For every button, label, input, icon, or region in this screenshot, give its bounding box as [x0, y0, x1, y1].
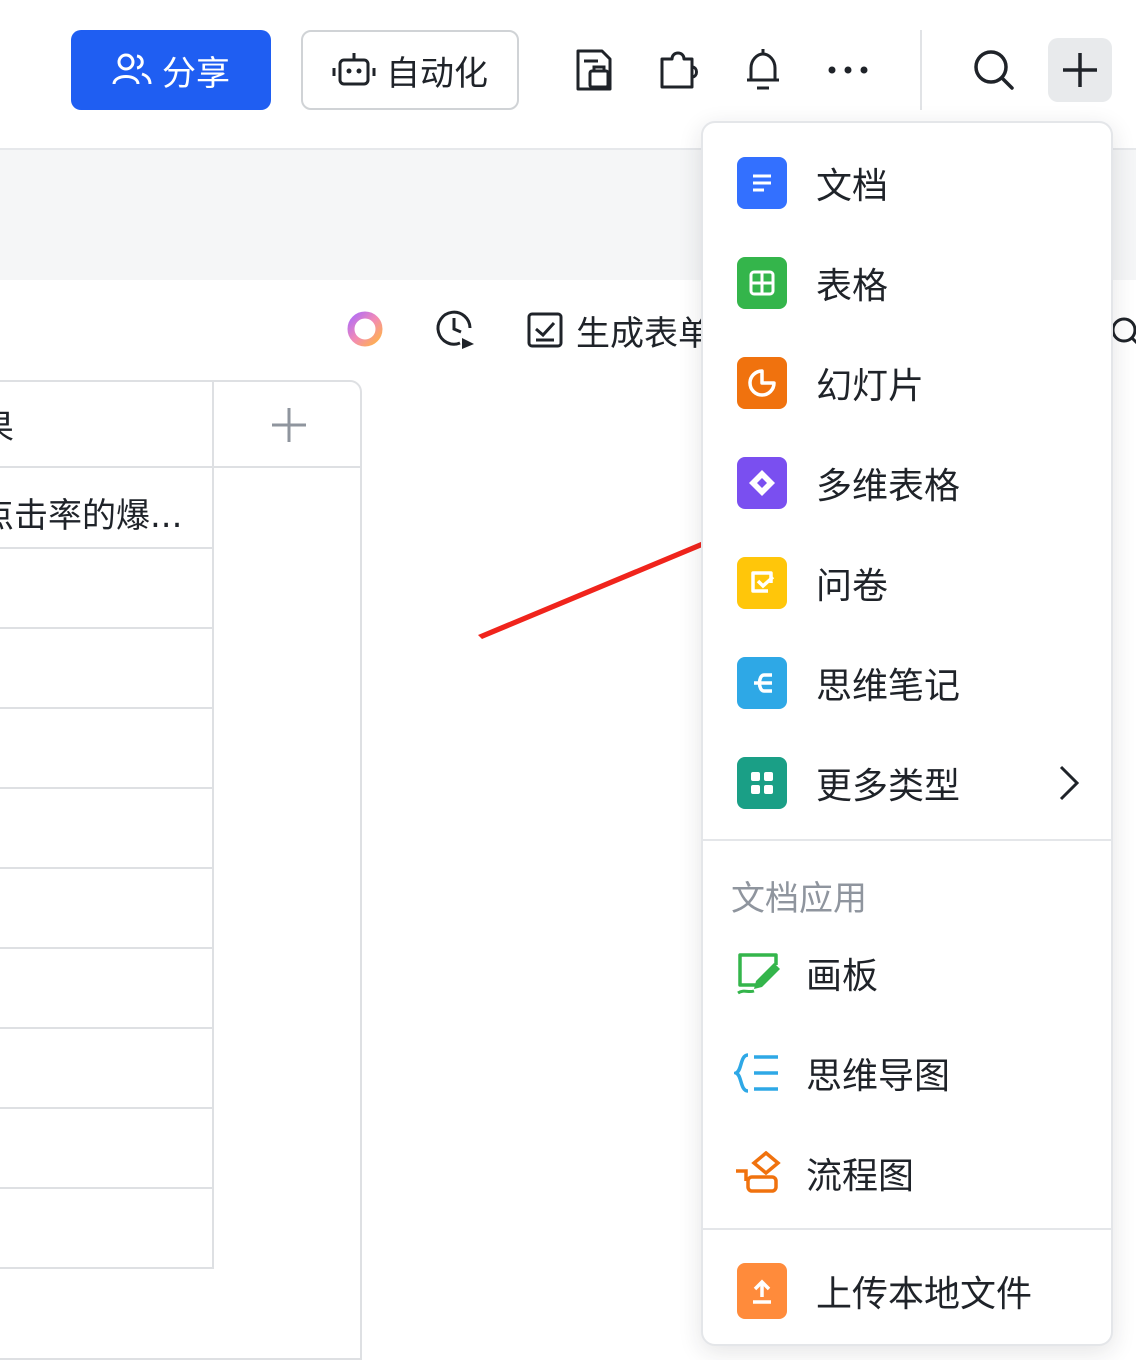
menu-item-survey[interactable]: 问卷: [703, 533, 1113, 633]
add-column-icon[interactable]: [266, 402, 312, 448]
doc-icon: [737, 157, 787, 209]
sheet-icon: [737, 257, 787, 309]
more-types-icon: [737, 757, 787, 809]
table-row[interactable]: [0, 947, 214, 949]
menu-item-whiteboard[interactable]: 画板: [703, 923, 1113, 1023]
mindmap-icon: [733, 1047, 783, 1099]
upload-icon: [737, 1263, 787, 1319]
table-row[interactable]: [0, 627, 214, 629]
survey-icon: [737, 557, 787, 609]
slides-icon: [737, 357, 787, 409]
form-icon[interactable]: [564, 40, 624, 100]
checkbox-icon: [527, 312, 563, 348]
users-icon: [112, 53, 152, 85]
column-header[interactable]: 果: [0, 400, 14, 449]
menu-item-more-types[interactable]: 更多类型: [703, 733, 1113, 833]
plugin-icon[interactable]: [648, 40, 708, 100]
menu-item-label: 画板: [806, 956, 879, 997]
flowchart-icon: [733, 1147, 783, 1199]
menu-divider: [703, 839, 1113, 841]
menu-item-label: 问卷: [816, 566, 889, 607]
table-row[interactable]: [0, 1027, 214, 1029]
menu-item-sheet[interactable]: 表格: [703, 233, 1113, 333]
search-icon[interactable]: [964, 40, 1024, 100]
generate-form-button[interactable]: 生成表单: [526, 308, 712, 354]
table-row[interactable]: [0, 1187, 214, 1189]
generate-form-label: 生成表单: [576, 313, 712, 354]
menu-divider: [703, 1228, 1113, 1230]
menu-item-label: 多维表格: [816, 466, 961, 507]
menu-item-flowchart[interactable]: 流程图: [703, 1123, 1113, 1223]
menu-item-doc[interactable]: 文档: [703, 133, 1113, 233]
table-row[interactable]: [0, 707, 214, 709]
table-column-divider: [212, 382, 214, 1268]
menu-item-label: 思维笔记: [816, 666, 961, 707]
bell-icon[interactable]: [733, 40, 793, 100]
share-button[interactable]: 分享: [71, 30, 271, 110]
menu-item-mindnote[interactable]: 思维笔记: [703, 633, 1113, 733]
chevron-right-icon: [1059, 765, 1080, 801]
menu-item-label: 幻灯片: [816, 366, 925, 407]
table-row[interactable]: [0, 1107, 214, 1109]
history-icon[interactable]: [434, 308, 476, 350]
plus-icon[interactable]: [1048, 38, 1112, 102]
table-header-border: [0, 466, 362, 468]
menu-item-label: 更多类型: [816, 766, 961, 807]
menu-item-label: 流程图: [806, 1156, 915, 1197]
table-row[interactable]: [0, 1267, 214, 1269]
menu-item-label: 上传本地文件: [816, 1274, 1033, 1315]
menu-item-label: 文档: [816, 166, 889, 207]
more-icon[interactable]: [818, 40, 878, 100]
menu-item-label: 思维导图: [806, 1056, 951, 1097]
menu-item-slides[interactable]: 幻灯片: [703, 333, 1113, 433]
mindnote-icon: [737, 657, 787, 709]
ai-assistant-icon[interactable]: [344, 308, 386, 350]
menu-item-mindmap[interactable]: 思维导图: [703, 1023, 1113, 1123]
menu-item-bitable[interactable]: 多维表格: [703, 433, 1113, 533]
whiteboard-icon: [733, 947, 783, 999]
menu-item-label: 表格: [816, 266, 889, 307]
bitable-icon: [737, 457, 787, 509]
share-label: 分享: [162, 53, 230, 94]
create-new-dropdown: 文档 表格 幻灯片 多维表格 问卷 思维笔记 更多类型 文档应用 画板 思维导图…: [701, 121, 1113, 1346]
automation-label: 自动化: [386, 53, 488, 94]
table-row[interactable]: [0, 547, 214, 549]
menu-item-upload[interactable]: 上传本地文件: [703, 1241, 1113, 1341]
table-cell[interactable]: 点击率的爆...: [0, 488, 182, 537]
table-row[interactable]: [0, 867, 214, 869]
table-row[interactable]: [0, 787, 214, 789]
toolbar-divider: [920, 30, 922, 110]
section-title: 文档应用: [731, 879, 867, 919]
robot-icon: [332, 53, 376, 86]
automation-button[interactable]: 自动化: [301, 30, 519, 110]
search-filter-icon[interactable]: [1110, 310, 1136, 350]
